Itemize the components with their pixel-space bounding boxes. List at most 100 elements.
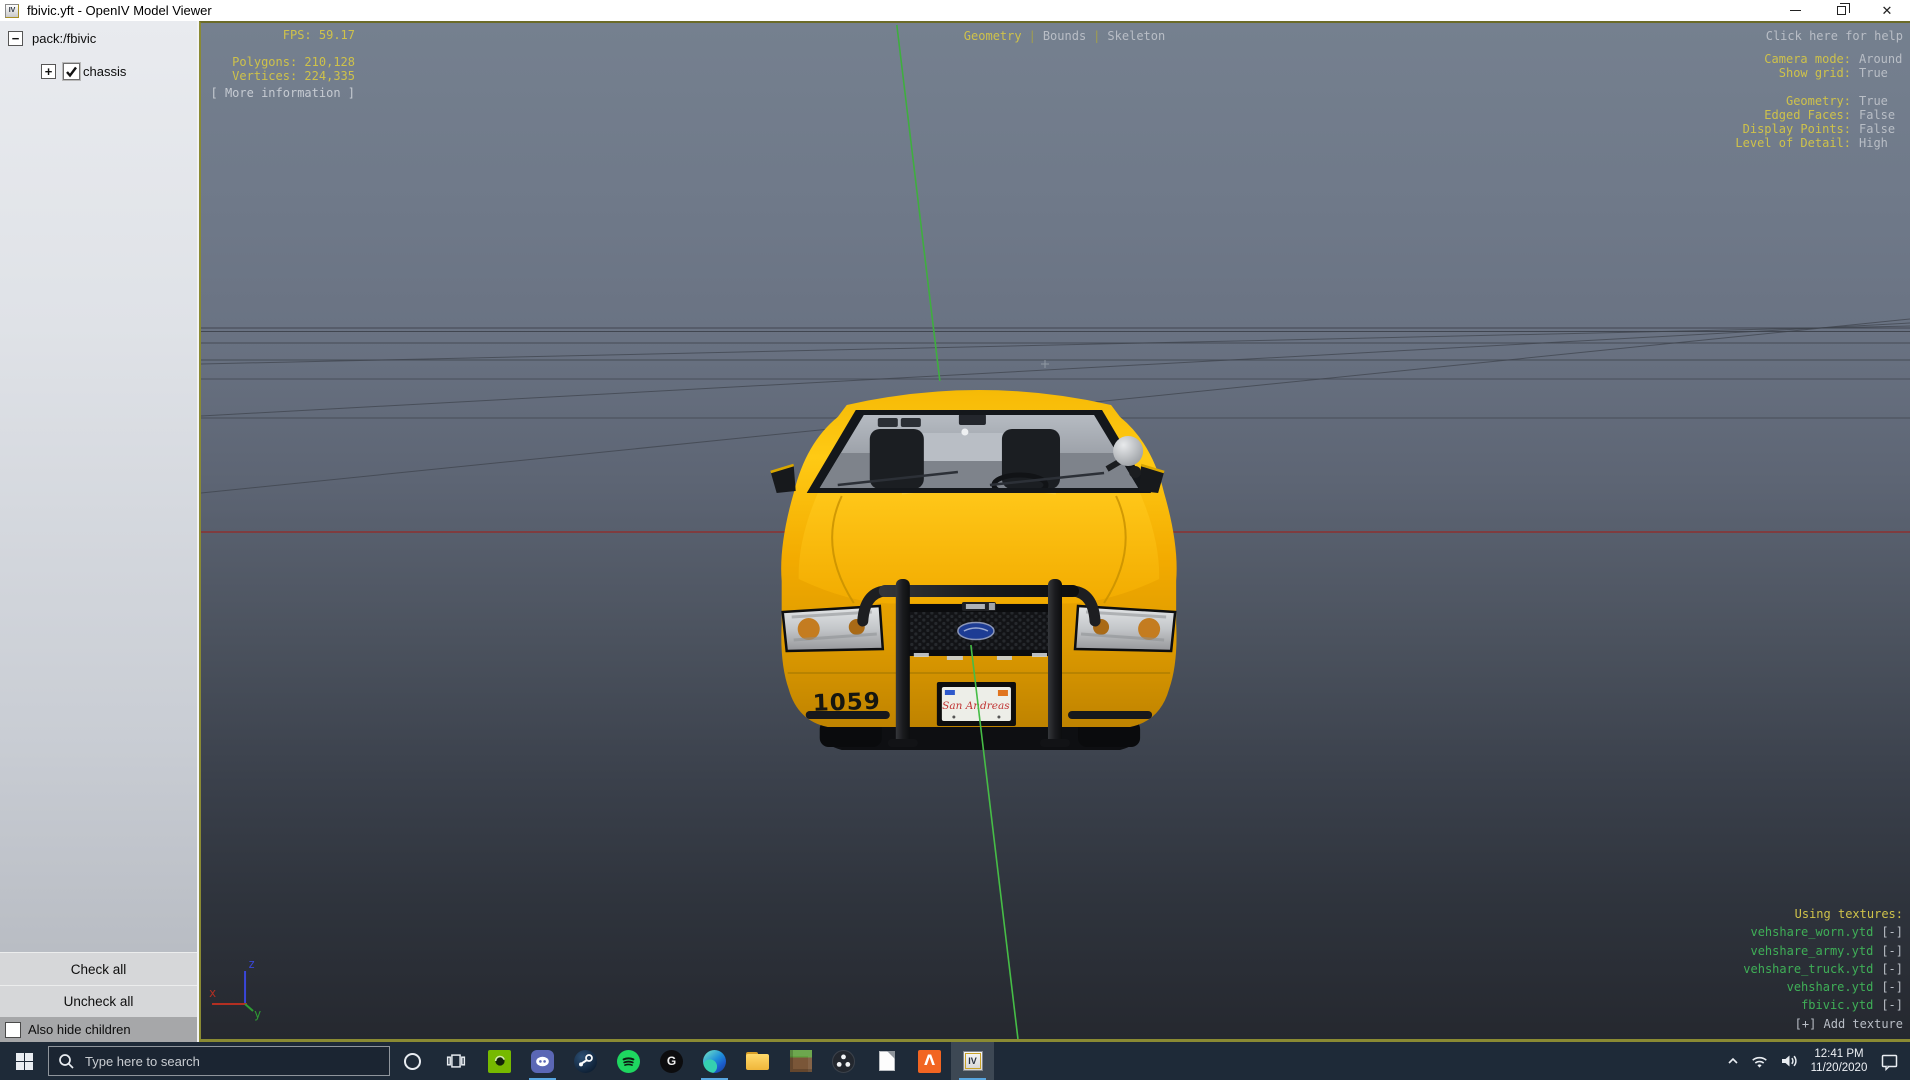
- openiv-icon: IV: [962, 1051, 983, 1071]
- speaker-icon: [1781, 1055, 1797, 1067]
- spotify-icon: [617, 1049, 640, 1073]
- also-hide-children-checkbox[interactable]: [5, 1021, 21, 1038]
- start-button[interactable]: [0, 1042, 48, 1080]
- remove-texture-button[interactable]: [-]: [1881, 925, 1903, 939]
- setting-level-of-detail: Level of Detail: High: [1735, 136, 1888, 150]
- close-icon: ✕: [1881, 3, 1893, 18]
- setting-show-grid: Show grid: True: [1778, 66, 1888, 80]
- notepad-icon: [878, 1051, 895, 1071]
- taskbar-app-fivem[interactable]: Λ: [908, 1042, 951, 1080]
- grille-emblem: [957, 621, 995, 641]
- tab-geometry[interactable]: Geometry: [964, 29, 1022, 43]
- task-view-button[interactable]: [434, 1042, 478, 1080]
- search-icon: [59, 1054, 74, 1069]
- title-bar: IV fbivic.yft - OpenIV Model Viewer ✕: [0, 0, 1910, 21]
- tree-node-pack: − pack:/fbivic: [8, 31, 197, 46]
- tree-chassis-label[interactable]: chassis: [83, 64, 126, 79]
- taskbar-clock[interactable]: 12:41 PM 11/20/2020: [1803, 1047, 1875, 1075]
- action-center-icon: [1881, 1054, 1898, 1071]
- remove-texture-button[interactable]: [-]: [1881, 980, 1903, 994]
- network-button[interactable]: [1745, 1042, 1774, 1080]
- minimize-button[interactable]: [1772, 0, 1818, 21]
- texture-row: vehshare_truck.ytd [-]: [1743, 961, 1903, 976]
- taskbar-app-openiv[interactable]: IV: [951, 1042, 994, 1080]
- unit-number: 1059: [812, 689, 881, 717]
- taskbar-app-steam[interactable]: [564, 1042, 607, 1080]
- taskbar-app-nvidia[interactable]: [478, 1042, 521, 1080]
- collapse-expander-icon[interactable]: −: [8, 31, 23, 46]
- openiv-app-icon: IV: [5, 3, 19, 18]
- plate-text: San Andreas: [942, 700, 1010, 712]
- gizmo-x-label: x: [209, 986, 216, 1000]
- taskbar-app-discord[interactable]: [521, 1042, 564, 1080]
- window-title: fbivic.yft - OpenIV Model Viewer: [27, 3, 212, 18]
- tab-separator: |: [1093, 29, 1101, 43]
- expand-expander-icon[interactable]: +: [41, 64, 56, 79]
- close-button[interactable]: ✕: [1864, 0, 1910, 21]
- antenna-marker: [1040, 360, 1049, 368]
- cortana-button[interactable]: [390, 1042, 434, 1080]
- taskbar-app-edge[interactable]: [693, 1042, 736, 1080]
- obs-icon: [832, 1049, 855, 1073]
- tree-root-label[interactable]: pack:/fbivic: [32, 31, 96, 46]
- vertices-readout: Vertices: 224,335: [232, 68, 355, 83]
- setting-edged-faces: Edged Faces: False: [1764, 108, 1896, 122]
- tab-skeleton[interactable]: Skeleton: [1107, 29, 1165, 43]
- axis-gizmo: z x y: [209, 957, 261, 1021]
- texture-row: vehshare.ytd [-]: [1786, 980, 1903, 995]
- also-hide-children-label: Also hide children: [28, 1022, 131, 1037]
- left-mirror: [770, 463, 796, 493]
- model-tree-panel: − pack:/fbivic + chassis Check all Unche…: [0, 21, 199, 1042]
- restore-button[interactable]: [1818, 0, 1864, 21]
- setting-camera-mode: Camera mode: Around: [1764, 52, 1903, 66]
- tab-separator: |: [1028, 29, 1036, 43]
- setting-display-points: Display Points: False: [1742, 122, 1896, 136]
- add-texture-button[interactable]: [+] Add texture: [1743, 1015, 1903, 1033]
- grille: [899, 602, 1059, 660]
- remove-texture-button[interactable]: [-]: [1881, 962, 1903, 976]
- logitech-g-icon: G: [660, 1049, 683, 1073]
- texture-row: vehshare_army.ytd [-]: [1750, 943, 1903, 958]
- check-icon: [66, 66, 77, 78]
- chassis-checkbox[interactable]: [62, 62, 81, 81]
- also-hide-children-row: Also hide children: [0, 1017, 197, 1042]
- gizmo-y-label: y: [254, 1007, 261, 1021]
- tab-bounds[interactable]: Bounds: [1043, 29, 1086, 43]
- textures-overlay: Using textures: vehshare_worn.ytd [-] veh…: [1743, 905, 1903, 1033]
- taskbar-app-notepad[interactable]: [865, 1042, 908, 1080]
- taskbar-app-spotify[interactable]: [607, 1042, 650, 1080]
- more-information-link[interactable]: [ More information ]: [209, 86, 356, 101]
- edge-icon: [703, 1049, 726, 1073]
- volume-button[interactable]: [1774, 1042, 1803, 1080]
- remove-texture-button[interactable]: [-]: [1881, 944, 1903, 958]
- openiv-model-viewer-window: IV fbivic.yft - OpenIV Model Viewer ✕ − …: [0, 0, 1910, 1080]
- fps-readout: FPS: 59.17: [282, 28, 355, 42]
- file-explorer-icon: [746, 1052, 769, 1070]
- check-all-button[interactable]: Check all: [0, 952, 197, 985]
- remove-texture-button[interactable]: [-]: [1881, 998, 1903, 1012]
- gizmo-z-label: z: [248, 957, 255, 971]
- cortana-icon: [403, 1052, 421, 1070]
- taskbar-app-minecraft[interactable]: [779, 1042, 822, 1080]
- chevron-up-icon: [1727, 1057, 1738, 1064]
- tree-node-chassis: + chassis: [41, 62, 197, 81]
- texture-row: fbivic.ytd [-]: [1801, 998, 1903, 1013]
- taskbar-app-logitech[interactable]: G: [650, 1042, 693, 1080]
- search-box[interactable]: Type here to search: [48, 1046, 390, 1076]
- restore-icon: [1836, 3, 1850, 15]
- action-center-button[interactable]: [1875, 1042, 1904, 1080]
- taskbar-app-obs[interactable]: [822, 1042, 865, 1080]
- nvidia-icon: [488, 1049, 511, 1073]
- wifi-icon: [1752, 1056, 1767, 1068]
- tray-overflow-button[interactable]: [1720, 1042, 1745, 1080]
- taxi-car-model[interactable]: 1059 San Andreas: [770, 390, 1177, 750]
- uncheck-all-button[interactable]: Uncheck all: [0, 985, 197, 1017]
- taskbar-app-file-explorer[interactable]: [736, 1042, 779, 1080]
- help-link[interactable]: Click here for help: [1735, 29, 1903, 43]
- search-placeholder: Type here to search: [85, 1053, 200, 1069]
- minecraft-icon: [789, 1050, 812, 1072]
- textures-title: Using textures:: [1794, 906, 1903, 921]
- discord-icon: [531, 1049, 554, 1073]
- model-3d-viewport[interactable]: 1059 San Andreas z x y FPS: 59.17 Polygo…: [199, 21, 1910, 1042]
- settings-overlay: Click here for help Camera mode: Around …: [1735, 29, 1903, 150]
